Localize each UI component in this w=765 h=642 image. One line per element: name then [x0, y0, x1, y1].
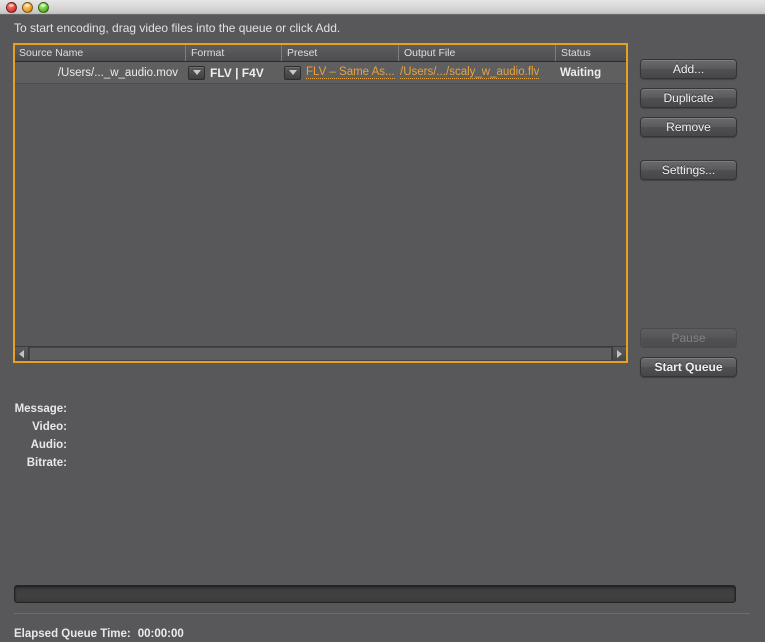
queue-table-body[interactable]: /Users/..._w_audio.mov FLV | F4V FLV – S… — [15, 62, 626, 346]
column-header-preset[interactable]: Preset — [281, 45, 398, 61]
add-button[interactable]: Add... — [640, 59, 737, 79]
cell-output-file[interactable]: /Users/.../scaly_w_audio.flv — [398, 62, 555, 83]
info-row-video: Video: — [0, 418, 300, 436]
encoding-queue-panel[interactable]: Source Name Format Preset Output File St… — [13, 43, 628, 363]
info-row-audio: Audio: — [0, 436, 300, 454]
column-header-source-name[interactable]: Source Name — [15, 45, 185, 61]
elapsed-queue-time-label: Elapsed Queue Time: — [14, 628, 131, 640]
scrollbar-thumb[interactable] — [29, 347, 612, 361]
settings-button[interactable]: Settings... — [640, 160, 737, 180]
cell-preset-link[interactable]: FLV – Same As... — [306, 66, 395, 79]
queue-table-header: Source Name Format Preset Output File St… — [15, 45, 626, 62]
cell-status: Waiting — [560, 66, 602, 79]
scroll-right-arrow-icon[interactable] — [612, 347, 626, 361]
table-row[interactable]: /Users/..._w_audio.mov FLV | F4V FLV – S… — [15, 62, 626, 84]
close-window-icon[interactable] — [6, 1, 17, 13]
window-titlebar — [0, 0, 765, 15]
format-dropdown-icon[interactable] — [188, 65, 205, 80]
elapsed-queue-time-value: 00:00:00 — [137, 628, 184, 640]
column-header-output-file[interactable]: Output File — [398, 45, 555, 61]
pause-button: Pause — [640, 328, 737, 348]
encode-info-panel: Message: Video: Audio: Bitrate: — [0, 400, 300, 472]
column-header-status[interactable]: Status — [555, 45, 626, 61]
info-label-audio: Audio: — [30, 439, 67, 451]
traffic-lights — [6, 1, 49, 13]
duplicate-button[interactable]: Duplicate — [640, 88, 737, 108]
cell-format[interactable]: FLV | F4V — [185, 62, 281, 83]
info-row-message: Message: — [0, 400, 300, 418]
maximize-window-icon[interactable] — [38, 1, 49, 13]
cell-output-file-link[interactable]: /Users/.../scaly_w_audio.flv — [400, 66, 540, 79]
remove-button[interactable]: Remove — [640, 117, 737, 137]
cell-format-label: FLV | F4V — [210, 65, 264, 80]
encode-progress-bar — [14, 585, 736, 603]
minimize-window-icon[interactable] — [22, 1, 33, 13]
footer-divider — [14, 613, 750, 614]
column-header-format[interactable]: Format — [185, 45, 281, 61]
info-label-video: Video: — [32, 421, 67, 433]
cell-source-name[interactable]: /Users/..._w_audio.mov — [15, 62, 185, 83]
preset-dropdown-icon[interactable] — [284, 65, 301, 80]
queue-horizontal-scrollbar[interactable] — [15, 346, 626, 361]
encoder-window: To start encoding, drag video files into… — [0, 0, 765, 642]
scroll-left-arrow-icon[interactable] — [15, 347, 29, 361]
info-row-bitrate: Bitrate: — [0, 454, 300, 472]
elapsed-queue-time: Elapsed Queue Time: 00:00:00 — [14, 628, 184, 640]
queue-hint-text: To start encoding, drag video files into… — [14, 21, 341, 35]
window-body: To start encoding, drag video files into… — [0, 15, 765, 642]
info-label-message: Message: — [14, 403, 67, 415]
info-label-bitrate: Bitrate: — [26, 457, 67, 469]
cell-preset[interactable]: FLV – Same As... — [281, 62, 398, 83]
start-queue-button[interactable]: Start Queue — [640, 357, 737, 377]
